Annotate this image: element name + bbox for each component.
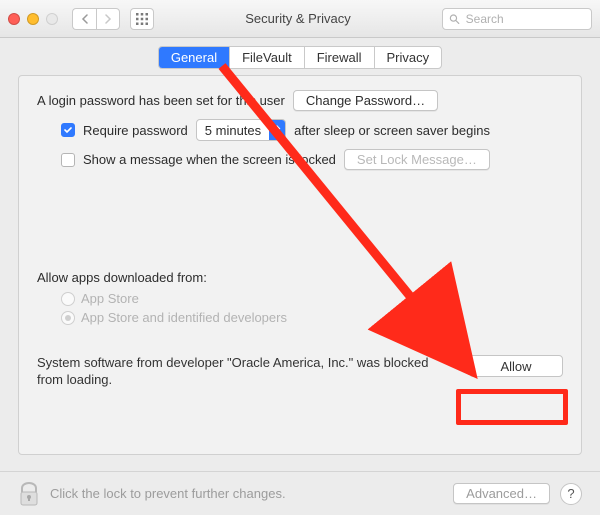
require-delay-select[interactable]: 5 minutes: [196, 119, 286, 141]
require-password-checkbox[interactable]: [61, 123, 75, 137]
allow-identified-radio: [61, 311, 75, 325]
nav-buttons: [72, 8, 120, 30]
allow-identified-label: App Store and identified developers: [81, 310, 287, 325]
grid-icon: [136, 13, 148, 25]
allow-appstore-radio: [61, 292, 75, 306]
maximize-icon: [46, 13, 58, 25]
show-message-label: Show a message when the screen is locked: [83, 152, 336, 167]
search-field[interactable]: [442, 8, 592, 30]
forward-button[interactable]: [96, 8, 120, 30]
check-icon: [63, 125, 73, 135]
allow-appstore-label: App Store: [81, 291, 139, 306]
set-lock-message-button: Set Lock Message…: [344, 149, 490, 170]
lock-hint-text: Click the lock to prevent further change…: [50, 486, 286, 501]
close-icon[interactable]: [8, 13, 20, 25]
lock-icon[interactable]: [18, 481, 40, 507]
search-input[interactable]: [464, 11, 585, 27]
titlebar: Security & Privacy: [0, 0, 600, 38]
back-button[interactable]: [72, 8, 96, 30]
change-password-button[interactable]: Change Password…: [293, 90, 438, 111]
help-button[interactable]: ?: [560, 483, 582, 505]
minimize-icon[interactable]: [27, 13, 39, 25]
window-controls: [8, 13, 58, 25]
allow-button[interactable]: Allow: [469, 355, 563, 377]
login-password-label: A login password has been set for this u…: [37, 93, 285, 108]
blocked-software-text: System software from developer "Oracle A…: [37, 355, 457, 389]
show-all-button[interactable]: [130, 8, 154, 30]
tab-privacy[interactable]: Privacy: [375, 47, 442, 68]
search-icon: [449, 13, 460, 25]
tab-firewall[interactable]: Firewall: [305, 47, 375, 68]
window-title: Security & Privacy: [162, 11, 434, 26]
require-delay-value: 5 minutes: [205, 123, 269, 138]
tab-filevault[interactable]: FileVault: [230, 47, 305, 68]
tab-general[interactable]: General: [159, 47, 230, 68]
advanced-button[interactable]: Advanced…: [453, 483, 550, 504]
footer-bar: Click the lock to prevent further change…: [0, 471, 600, 515]
general-panel: A login password has been set for this u…: [18, 75, 582, 455]
require-password-label: Require password: [83, 123, 188, 138]
stepper-icon: [269, 120, 285, 140]
tab-bar: General FileVault Firewall Privacy: [158, 46, 442, 69]
require-password-suffix: after sleep or screen saver begins: [294, 123, 490, 138]
show-message-checkbox[interactable]: [61, 153, 75, 167]
allow-apps-heading: Allow apps downloaded from:: [37, 270, 207, 285]
